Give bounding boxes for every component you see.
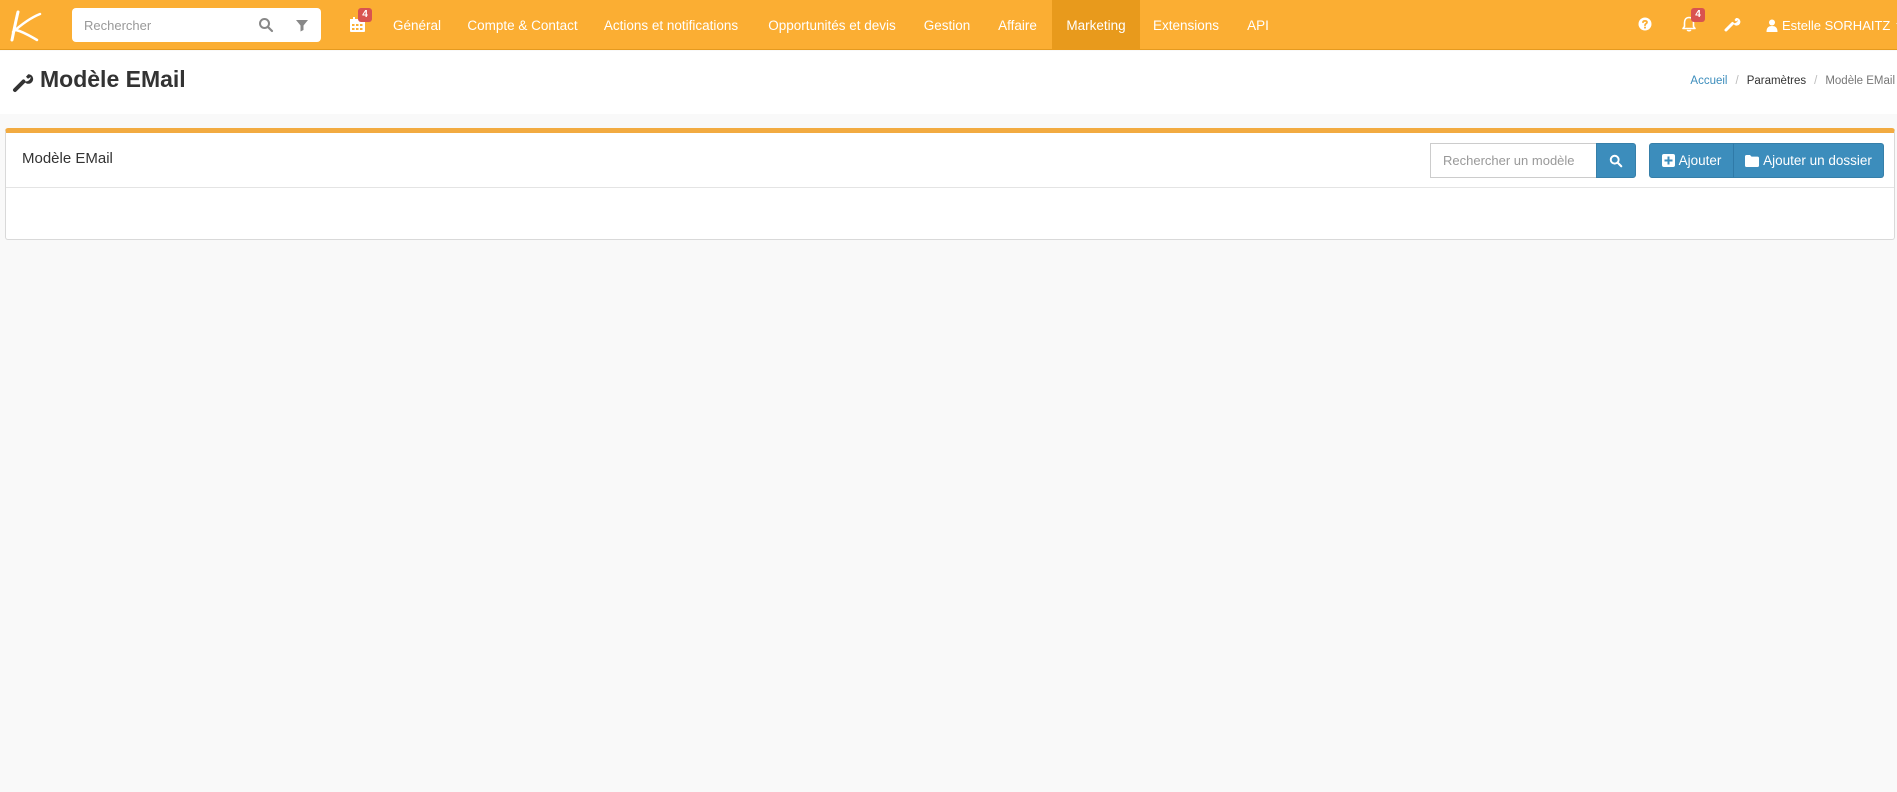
template-search-button[interactable] <box>1596 143 1636 178</box>
page-title: Modèle EMail <box>40 66 186 92</box>
search-icon <box>1609 154 1623 167</box>
add-button-label: Ajouter <box>1678 153 1722 168</box>
breadcrumb-separator: / <box>1814 75 1818 87</box>
nav-general[interactable]: Général <box>384 0 450 50</box>
nav-actions-notifications[interactable]: Actions et notifications <box>597 0 745 50</box>
box-title: Modèle EMail <box>22 150 113 167</box>
breadcrumb-settings[interactable]: Paramètres <box>1747 75 1806 87</box>
nav-compte-contact[interactable]: Compte & Contact <box>460 0 585 50</box>
add-button[interactable]: Ajouter <box>1649 143 1734 178</box>
logo[interactable] <box>4 6 44 44</box>
filter-icon[interactable] <box>294 17 310 33</box>
user-menu[interactable]: Estelle SORHAITZ <box>1766 0 1897 50</box>
user-icon <box>1766 19 1778 32</box>
nav-opportunites-devis[interactable]: Opportunités et devis <box>759 0 905 50</box>
top-navbar: 4 Général Compte & Contact Actions et no… <box>0 0 1897 50</box>
add-folder-button[interactable]: Ajouter un dossier <box>1733 143 1884 178</box>
breadcrumb-separator: / <box>1735 75 1739 87</box>
template-box: Modèle EMail Ajouter Ajouter un dossier <box>5 128 1895 240</box>
help-icon[interactable] <box>1636 15 1654 33</box>
box-header: Modèle EMail Ajouter Ajouter un dossier <box>6 133 1894 188</box>
plus-square-icon <box>1661 154 1675 167</box>
nav-marketing[interactable]: Marketing <box>1052 0 1140 50</box>
add-folder-button-label: Ajouter un dossier <box>1763 153 1872 168</box>
notifications-badge: 4 <box>1691 8 1705 22</box>
nav-gestion[interactable]: Gestion <box>915 0 979 50</box>
nav-api[interactable]: API <box>1237 0 1279 50</box>
breadcrumb-home[interactable]: Accueil <box>1690 75 1727 87</box>
nav-affaire[interactable]: Affaire <box>988 0 1047 50</box>
wrench-icon[interactable] <box>1723 15 1741 33</box>
folder-icon <box>1745 154 1760 167</box>
breadcrumb-current: Modèle EMail <box>1825 75 1895 87</box>
calendar-badge: 4 <box>358 8 372 22</box>
template-search-input[interactable] <box>1430 143 1597 178</box>
search-icon[interactable] <box>258 17 274 33</box>
global-search <box>72 8 321 42</box>
breadcrumb: Accueil / Paramètres / Modèle EMail <box>1690 75 1895 87</box>
nav-extensions[interactable]: Extensions <box>1148 0 1224 50</box>
global-search-input[interactable] <box>72 8 252 42</box>
user-name: Estelle SORHAITZ <box>1782 17 1891 33</box>
wrench-icon <box>13 74 34 92</box>
page-header <box>0 51 1897 114</box>
